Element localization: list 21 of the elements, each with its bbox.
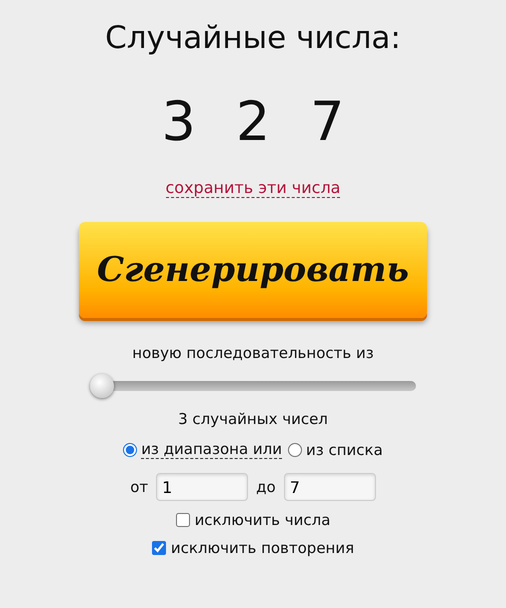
from-field[interactable]: 1 [156,473,248,501]
checkbox[interactable] [176,513,190,527]
random-number: 7 [310,90,345,154]
checkbox[interactable] [152,541,166,555]
page-title: Случайные числа: [105,19,401,58]
radio-button[interactable] [288,442,302,456]
save-link[interactable]: сохранить эти числа [166,178,340,198]
random-number: 3 [161,90,196,154]
checkbox-label: исключить числа [194,511,330,529]
generate-button[interactable]: Сгенерировать [79,222,427,318]
count-label: 3 случайных чисел [178,410,328,428]
to-label: до [256,478,276,496]
radio-label: из диапазона или [141,440,282,459]
radio-label: из списка [306,440,383,458]
radio-button[interactable] [123,442,138,456]
sequence-label: новую последовательность из [132,344,374,362]
from-label: от [130,478,148,496]
count-slider[interactable] [90,374,416,398]
checkbox-label: исключить повторения [170,539,354,557]
to-field[interactable]: 7 [284,473,376,501]
random-number: 2 [236,90,270,154]
